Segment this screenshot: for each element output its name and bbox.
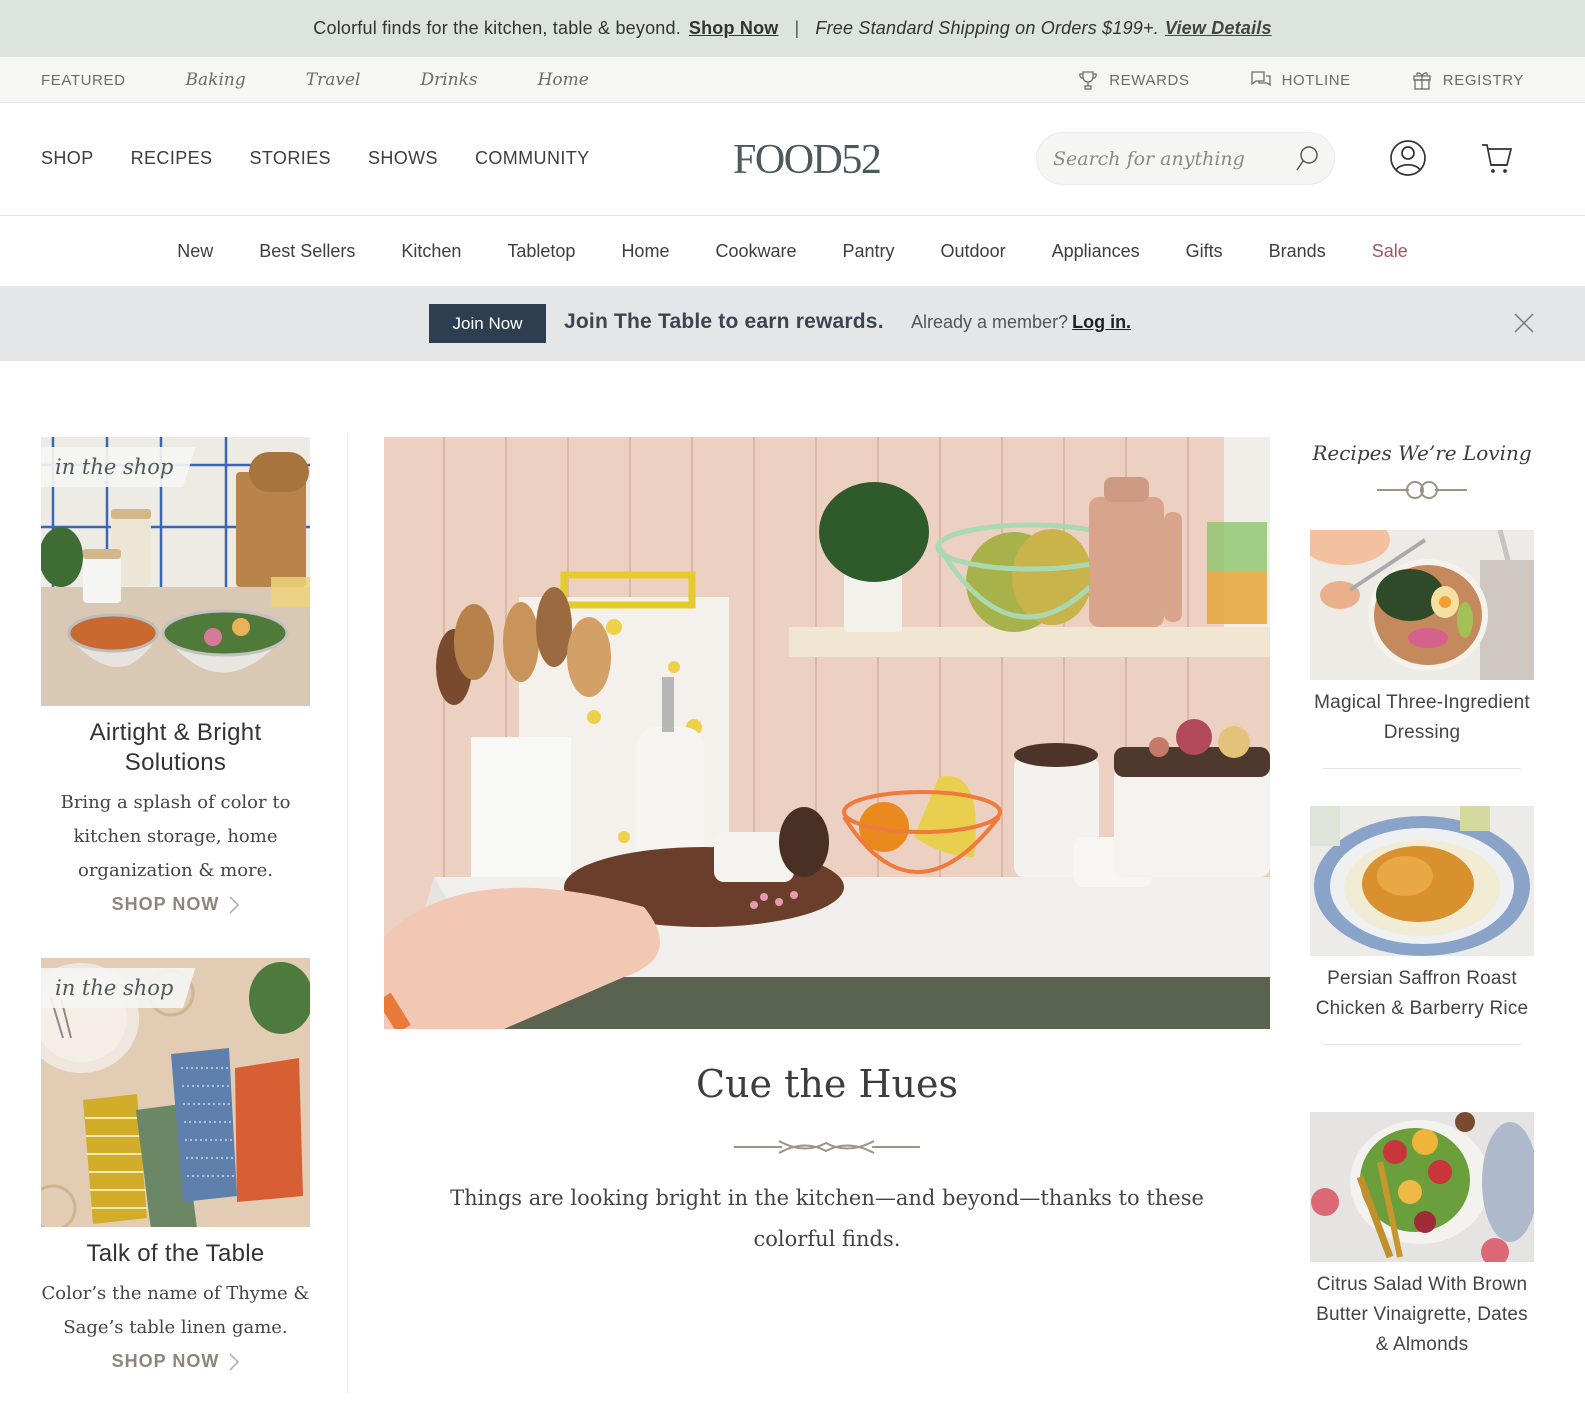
recipe-image[interactable] (1310, 806, 1534, 956)
view-details-link[interactable]: View Details (1165, 18, 1272, 39)
logo[interactable]: FOOD52 (733, 136, 882, 184)
gift-icon (1413, 72, 1431, 90)
recipe-name[interactable]: Citrus Salad With Brown Butter Vinaigret… (1310, 1270, 1534, 1360)
hotline-link[interactable]: HOTLINE (1250, 70, 1351, 90)
recipe-image[interactable] (1310, 530, 1534, 680)
category-nav: New Best Sellers Kitchen Tabletop Home C… (0, 216, 1585, 286)
category-gifts[interactable]: Gifts (1186, 241, 1223, 262)
search-icon[interactable] (1294, 145, 1320, 173)
featured-category-drinks[interactable]: Drinks (420, 70, 477, 90)
recipe-card[interactable]: Magical Three-Ingredient Dressing (1310, 530, 1534, 769)
promo-separator: | (794, 18, 800, 38)
registry-label: REGISTRY (1442, 71, 1524, 89)
hero-image[interactable] (384, 437, 1270, 1029)
utility-bar: FEATURED Baking Travel Drinks Home REWAR… (0, 57, 1585, 103)
in-the-shop-tag: in the shop (41, 447, 196, 487)
category-cookware[interactable]: Cookware (715, 241, 796, 262)
recipe-card[interactable]: Citrus Salad With Brown Butter Vinaigret… (1310, 1112, 1534, 1360)
roast-chicken-image (1310, 806, 1534, 956)
category-kitchen[interactable]: Kitchen (401, 241, 461, 262)
shop-now-button[interactable]: SHOP NOW (112, 894, 240, 915)
in-the-shop-tag: in the shop (41, 968, 196, 1008)
promo-card[interactable]: in the shop Talk of the Table Color’s th… (41, 958, 310, 1372)
category-new[interactable]: New (177, 241, 213, 262)
user-icon[interactable] (1389, 139, 1427, 177)
promo-card-title[interactable]: Talk of the Table (41, 1239, 310, 1269)
right-column: Recipes We’re Loving Magical Three-Ingre (1310, 437, 1534, 1355)
column-divider (347, 433, 348, 1393)
already-member: Already a member? Log in. (911, 312, 1131, 333)
rewards-label: REWARDS (1109, 71, 1190, 89)
trophy-icon (1079, 71, 1098, 90)
recipe-image[interactable] (1310, 1112, 1534, 1262)
rings-ornament-icon (1377, 481, 1467, 499)
promo-card[interactable]: in the shop Airtight & Bright Solutions … (41, 437, 310, 915)
main-header: SHOP RECIPES STORIES SHOWS COMMUNITY FOO… (0, 103, 1585, 216)
dressing-bowl-image (1310, 530, 1534, 680)
category-pantry[interactable]: Pantry (843, 241, 895, 262)
nav-community[interactable]: COMMUNITY (475, 148, 590, 169)
chevron-right-icon (229, 1352, 240, 1371)
featured-category-home[interactable]: Home (538, 70, 589, 90)
promo-card-title[interactable]: Airtight & Bright Solutions (41, 718, 310, 778)
hero-description: Things are looking bright in the kitchen… (450, 1186, 1204, 1251)
join-now-button[interactable]: Join Now (429, 304, 546, 343)
cart-icon[interactable] (1480, 141, 1514, 175)
recipe-name[interactable]: Magical Three-Ingredient Dressing (1310, 688, 1534, 748)
shop-now-button[interactable]: SHOP NOW (112, 1351, 240, 1372)
category-tabletop[interactable]: Tabletop (507, 241, 575, 262)
already-member-text: Already a member? (911, 312, 1069, 332)
citrus-salad-image (1310, 1112, 1534, 1262)
recipe-card[interactable]: Persian Saffron Roast Chicken & Barberry… (1310, 806, 1534, 1045)
category-brands[interactable]: Brands (1269, 241, 1326, 262)
search-box (1036, 132, 1335, 185)
shop-now-label: SHOP NOW (111, 1351, 220, 1371)
category-appliances[interactable]: Appliances (1052, 241, 1140, 262)
hero-title[interactable]: Cue the Hues (384, 1062, 1270, 1106)
nav-shows[interactable]: SHOWS (368, 148, 438, 169)
login-link[interactable]: Log in. (1072, 312, 1131, 332)
category-best-sellers[interactable]: Best Sellers (259, 241, 355, 262)
recipe-divider (1323, 1044, 1521, 1045)
category-home[interactable]: Home (621, 241, 669, 262)
shop-now-link[interactable]: Shop Now (689, 18, 779, 39)
nav-recipes[interactable]: RECIPES (131, 148, 213, 169)
registry-link[interactable]: REGISTRY (1411, 69, 1524, 91)
recipe-divider (1323, 768, 1521, 769)
nav-shop[interactable]: SHOP (41, 148, 94, 169)
promo-card-image[interactable]: in the shop (41, 958, 310, 1227)
promo-bar: Colorful finds for the kitchen, table & … (0, 0, 1585, 57)
recipe-name[interactable]: Persian Saffron Roast Chicken & Barberry… (1310, 964, 1534, 1024)
shop-now-label: SHOP NOW (111, 894, 220, 914)
chat-icon (1250, 71, 1271, 87)
ornament-divider-icon (734, 1140, 920, 1154)
hotline-label: HOTLINE (1281, 71, 1351, 89)
colorful-kitchen-image (384, 437, 1270, 1029)
join-banner: Join Now Join The Table to earn rewards.… (0, 286, 1585, 361)
shipping-message: Free Standard Shipping on Orders $199+. (815, 18, 1159, 38)
promo-card-description: Color’s the name of Thyme & Sage’s table… (41, 1283, 310, 1338)
join-message: Join The Table to earn rewards. (564, 310, 884, 333)
category-outdoor[interactable]: Outdoor (941, 241, 1006, 262)
nav-stories[interactable]: STORIES (249, 148, 331, 169)
promo-card-image[interactable]: in the shop (41, 437, 310, 706)
close-icon[interactable] (1513, 312, 1535, 334)
category-sale[interactable]: Sale (1372, 241, 1408, 262)
promo-message: Colorful finds for the kitchen, table & … (313, 18, 681, 38)
rewards-link[interactable]: REWARDS (1077, 70, 1189, 90)
featured-label: FEATURED (41, 71, 126, 89)
featured-category-travel[interactable]: Travel (306, 70, 361, 90)
search-input[interactable] (1053, 133, 1283, 184)
chevron-right-icon (229, 895, 240, 914)
featured-category-baking[interactable]: Baking (186, 70, 246, 90)
main-nav: SHOP RECIPES STORIES SHOWS COMMUNITY (41, 103, 627, 213)
recipes-section-title: Recipes We’re Loving (1312, 441, 1532, 465)
promo-card-description: Bring a splash of color to kitchen stora… (60, 792, 291, 881)
